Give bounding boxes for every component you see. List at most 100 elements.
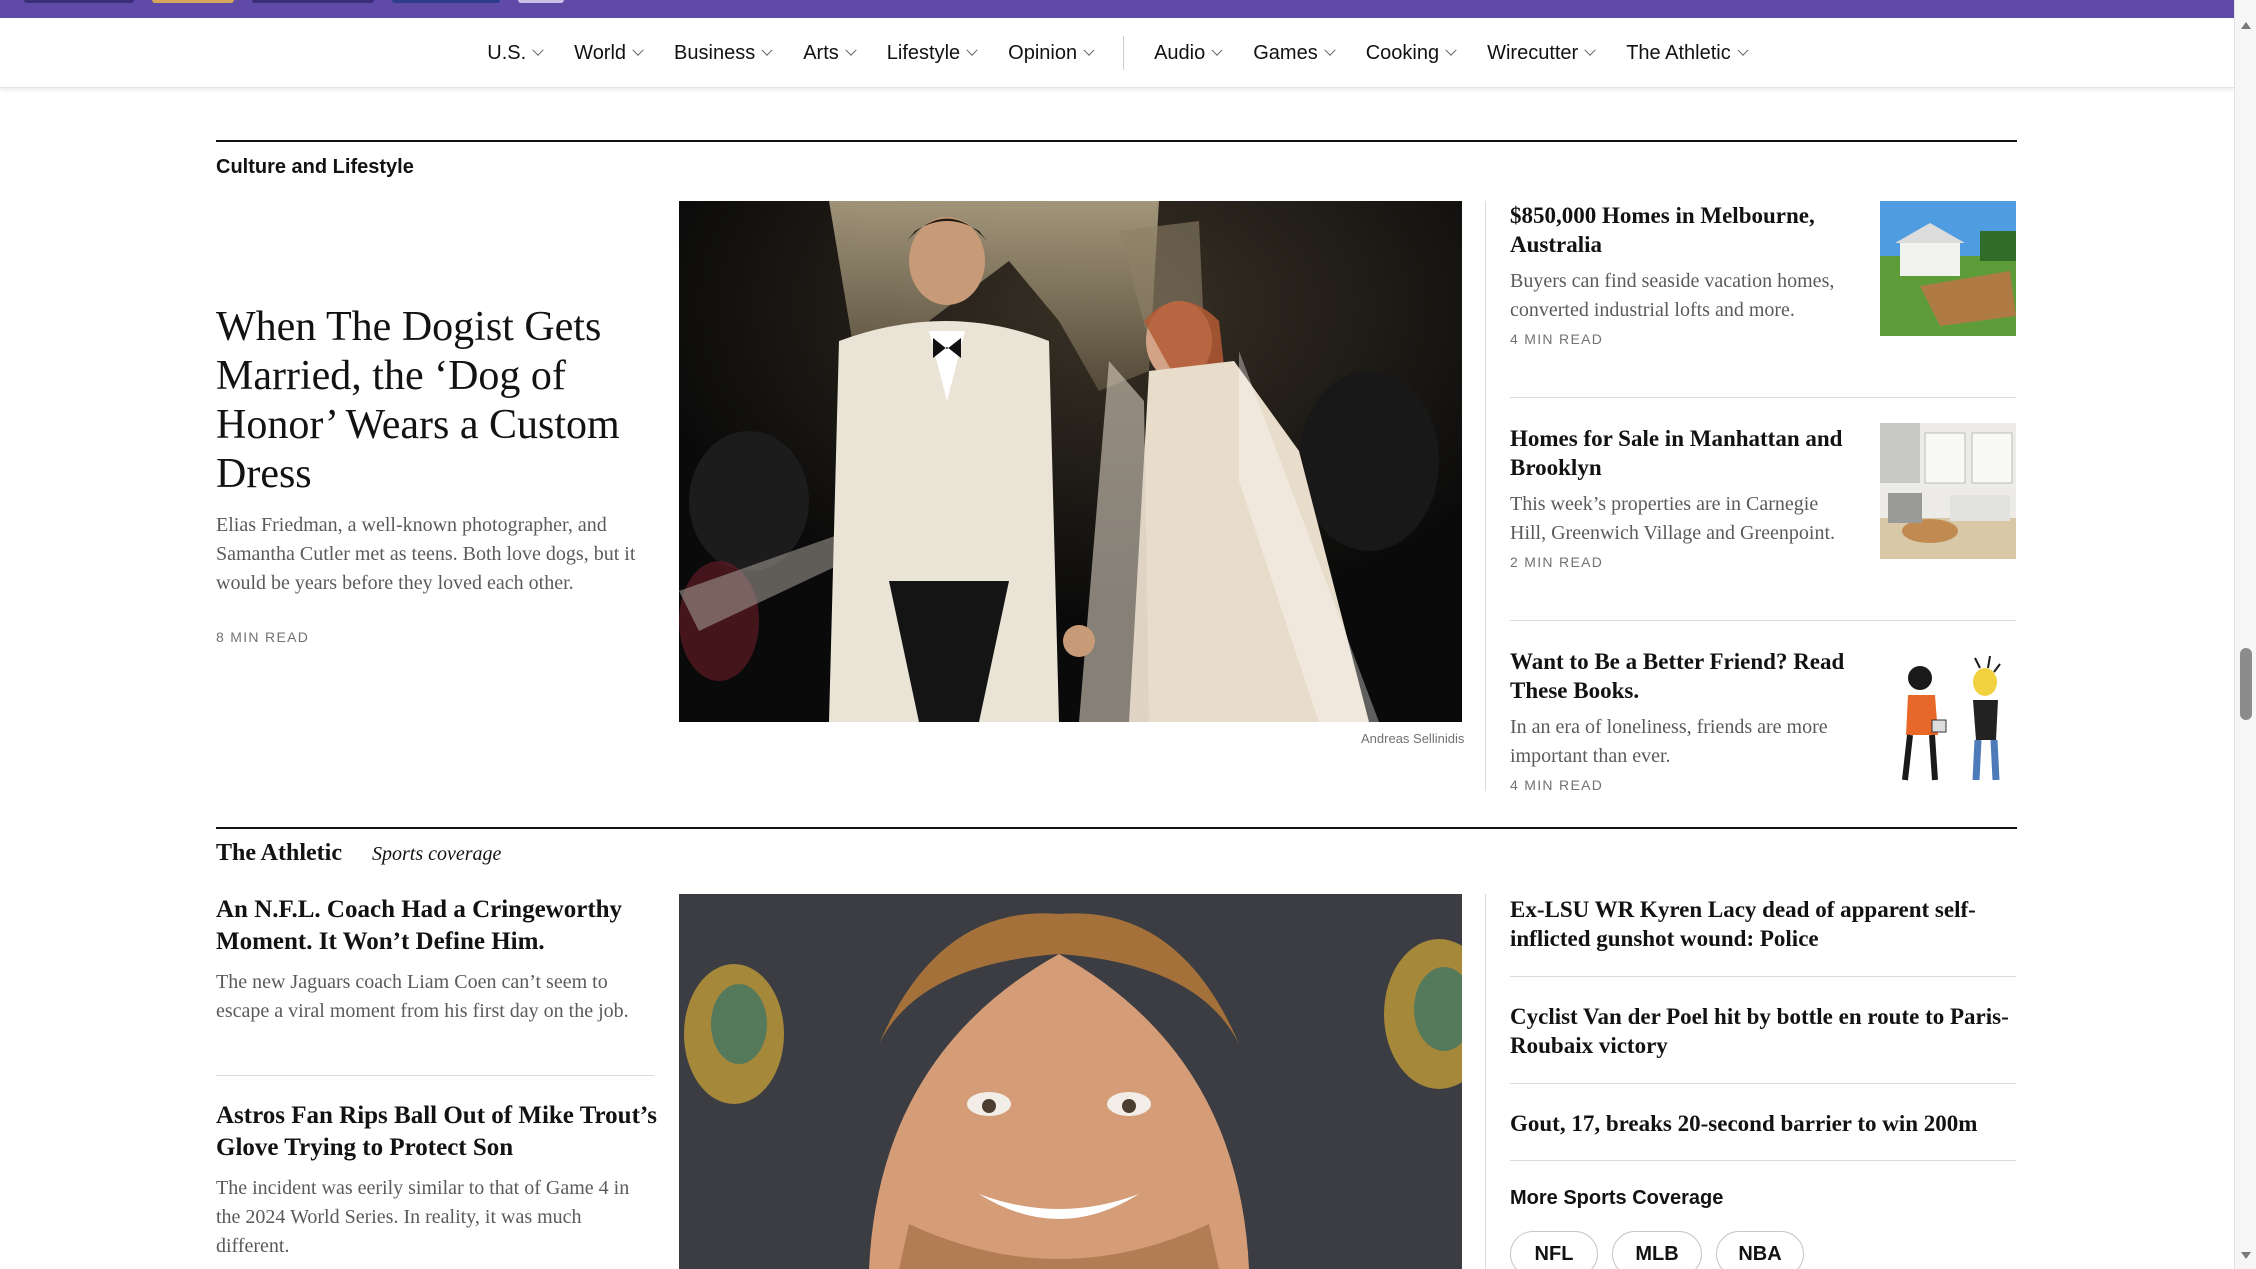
- column-divider: [1485, 201, 1486, 791]
- strip-tab: [392, 0, 500, 3]
- side-story-read-time: 2 MIN READ: [1510, 554, 1604, 570]
- top-color-strip: [0, 0, 2256, 18]
- friends-illustration-thumbnail[interactable]: [1880, 650, 2016, 786]
- wedding-photo[interactable]: [679, 201, 1462, 722]
- strip-tab: [152, 0, 234, 3]
- athletic-right-story-lacy[interactable]: Ex-LSU WR Kyren Lacy dead of apparent se…: [1510, 895, 2016, 953]
- side-story-manhattan[interactable]: Homes for Sale in Manhattan and Brooklyn…: [1510, 424, 1855, 570]
- chevron-down-icon: [632, 44, 644, 56]
- nav-item-world[interactable]: World: [558, 18, 658, 88]
- athletic-story-summary: The incident was eerily similar to that …: [216, 1177, 630, 1257]
- athletic-right-headline[interactable]: Cyclist Van der Poel hit by bottle en ro…: [1510, 1002, 2016, 1060]
- nav-label: Business: [674, 41, 756, 64]
- section-navigation: U.S. World Business Arts Lifestyle Opini…: [0, 18, 2234, 88]
- apartment-interior-art: [1880, 423, 2016, 559]
- story-divider: [1510, 976, 2016, 977]
- friends-illustration-art: [1880, 650, 2016, 786]
- chevron-down-icon: [761, 44, 773, 56]
- nav-list: U.S. World Business Arts Lifestyle Opini…: [0, 18, 2234, 88]
- athletic-title[interactable]: The Athletic: [216, 840, 342, 867]
- nav-item-the-athletic[interactable]: The Athletic: [1610, 18, 1763, 88]
- lead-headline[interactable]: When The Dogist Gets Married, the ‘Dog o…: [216, 303, 666, 499]
- athletic-right-story-van-der-poel[interactable]: Cyclist Van der Poel hit by bottle en ro…: [1510, 1002, 2016, 1060]
- chevron-down-icon: [1083, 44, 1095, 56]
- scroll-up-arrow-icon[interactable]: [2241, 22, 2251, 29]
- side-story-read-time: 4 MIN READ: [1510, 331, 1604, 347]
- side-story-headline[interactable]: $850,000 Homes in Melbourne, Australia: [1510, 201, 1855, 259]
- pill-nfl[interactable]: NFL: [1510, 1231, 1598, 1269]
- athletic-right-headline[interactable]: Gout, 17, breaks 20-second barrier to wi…: [1510, 1109, 2016, 1138]
- chevron-down-icon: [1737, 44, 1749, 56]
- pill-mlb[interactable]: MLB: [1612, 1231, 1702, 1269]
- athletic-story-headline[interactable]: Astros Fan Rips Ball Out of Mike Trout’s…: [216, 1100, 658, 1164]
- chevron-down-icon: [966, 44, 978, 56]
- pill-nba[interactable]: NBA: [1716, 1231, 1804, 1269]
- lead-summary: Elias Friedman, a well-known photographe…: [216, 514, 636, 594]
- section-rule: [216, 140, 2017, 142]
- story-divider: [216, 1075, 654, 1076]
- jaguars-coach-photo[interactable]: [679, 894, 1462, 1269]
- athletic-story-astros[interactable]: Astros Fan Rips Ball Out of Mike Trout’s…: [216, 1100, 658, 1261]
- nav-item-opinion[interactable]: Opinion: [992, 18, 1109, 88]
- athletic-right-story-gout[interactable]: Gout, 17, breaks 20-second barrier to wi…: [1510, 1109, 2016, 1138]
- nav-item-business[interactable]: Business: [658, 18, 787, 88]
- melbourne-home-art: [1880, 201, 2016, 336]
- nav-item-audio[interactable]: Audio: [1138, 18, 1237, 88]
- nav-item-arts[interactable]: Arts: [787, 18, 871, 88]
- chevron-down-icon: [1445, 44, 1457, 56]
- nav-label: Arts: [803, 41, 839, 64]
- page-scrollbar[interactable]: [2234, 0, 2256, 1269]
- nav-item-wirecutter[interactable]: Wirecutter: [1471, 18, 1610, 88]
- side-story-headline[interactable]: Homes for Sale in Manhattan and Brooklyn: [1510, 424, 1855, 482]
- side-story-summary: In an era of loneliness, friends are mor…: [1510, 716, 1828, 767]
- chevron-down-icon: [845, 44, 857, 56]
- athletic-story-summary: The new Jaguars coach Liam Coen can’t se…: [216, 971, 629, 1022]
- melbourne-home-thumbnail[interactable]: [1880, 201, 2016, 336]
- strip-tab: [252, 0, 374, 3]
- nav-label: Cooking: [1365, 41, 1440, 64]
- story-divider: [1510, 620, 2016, 621]
- side-story-read-time: 4 MIN READ: [1510, 777, 1604, 793]
- nav-item-cooking[interactable]: Cooking: [1350, 18, 1471, 88]
- nav-label: Games: [1253, 41, 1318, 64]
- athletic-subtitle: Sports coverage: [372, 843, 502, 865]
- strip-tab: [518, 0, 564, 3]
- nav-label: Audio: [1154, 41, 1206, 64]
- column-divider: [1485, 894, 1486, 1269]
- nav-separator: [1123, 36, 1125, 70]
- chevron-down-icon: [532, 44, 544, 56]
- nav-label: U.S.: [487, 41, 527, 64]
- side-story-friend-books[interactable]: Want to Be a Better Friend? Read These B…: [1510, 647, 1855, 793]
- section-label-culture[interactable]: Culture and Lifestyle: [216, 156, 414, 179]
- more-sports-label: More Sports Coverage: [1510, 1187, 1724, 1209]
- nav-label: The Athletic: [1626, 41, 1731, 64]
- strip-tab: [24, 0, 134, 3]
- athletic-story-coach[interactable]: An N.F.L. Coach Had a Cringeworthy Momen…: [216, 894, 658, 1026]
- side-story-melbourne[interactable]: $850,000 Homes in Melbourne, Australia B…: [1510, 201, 1855, 347]
- nav-item-lifestyle[interactable]: Lifestyle: [871, 18, 992, 88]
- side-story-headline[interactable]: Want to Be a Better Friend? Read These B…: [1510, 647, 1855, 705]
- scrollbar-thumb[interactable]: [2240, 648, 2252, 720]
- nav-item-games[interactable]: Games: [1237, 18, 1349, 88]
- scroll-down-arrow-icon[interactable]: [2241, 1252, 2251, 1259]
- athletic-story-headline[interactable]: An N.F.L. Coach Had a Cringeworthy Momen…: [216, 894, 658, 958]
- jaguars-coach-art: [679, 894, 1462, 1269]
- athletic-right-headline[interactable]: Ex-LSU WR Kyren Lacy dead of apparent se…: [1510, 895, 2016, 953]
- manhattan-apartment-thumbnail[interactable]: [1880, 423, 2016, 559]
- nav-label: World: [574, 41, 627, 64]
- side-story-summary: Buyers can find seaside vacation homes, …: [1510, 270, 1835, 321]
- section-rule: [216, 827, 2017, 829]
- story-divider: [1510, 1083, 2016, 1084]
- nav-label: Wirecutter: [1487, 41, 1579, 64]
- story-divider: [1510, 397, 2016, 398]
- nav-label: Lifestyle: [886, 41, 961, 64]
- chevron-down-icon: [1584, 44, 1596, 56]
- photo-credit: Andreas Sellinidis: [1361, 731, 1465, 746]
- side-story-summary: This week’s properties are in Carnegie H…: [1510, 493, 1835, 544]
- story-divider: [1510, 1160, 2016, 1161]
- nav-label: Opinion: [1008, 41, 1078, 64]
- nav-item-us[interactable]: U.S.: [471, 18, 558, 88]
- chevron-down-icon: [1324, 44, 1336, 56]
- wedding-photo-art: [679, 201, 1462, 722]
- chevron-down-icon: [1211, 44, 1223, 56]
